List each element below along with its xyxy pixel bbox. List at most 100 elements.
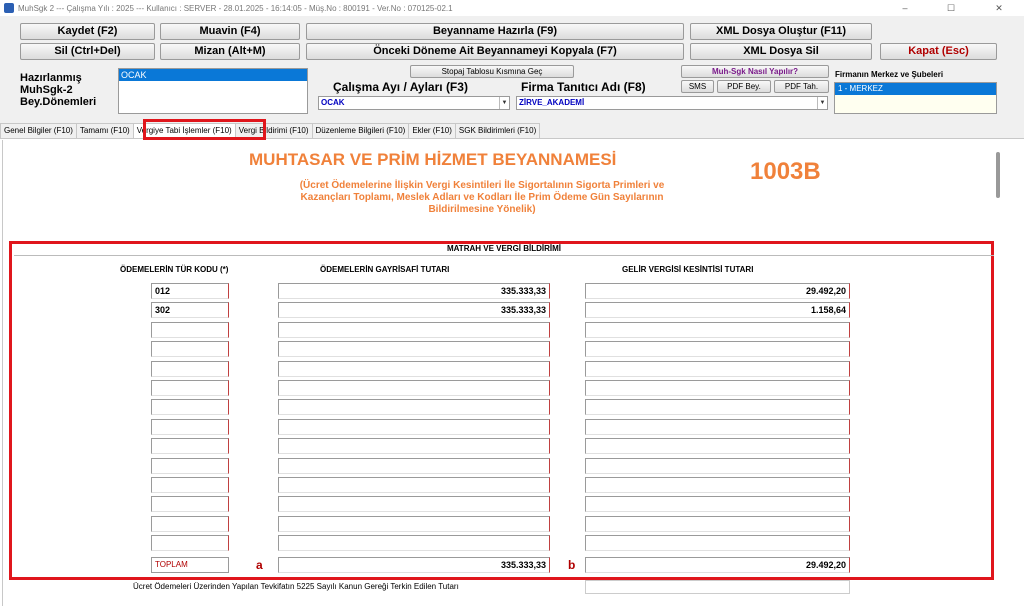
mark-b: b — [568, 558, 576, 572]
sms-button[interactable]: SMS — [681, 80, 714, 93]
pdf-accrual-button[interactable]: PDF Tah. — [774, 80, 829, 93]
prepared-periods-list[interactable]: OCAK — [118, 68, 308, 114]
tax-amount-field[interactable] — [585, 322, 850, 338]
company-value: ZİRVE_AKADEMİ — [519, 98, 585, 107]
window-titlebar: MuhSgk 2 --- Çalışma Yılı : 2025 --- Kul… — [0, 0, 1024, 16]
col-header-tax: GELİR VERGİSİ KESİNTİSİ TUTARI — [622, 265, 754, 274]
gross-amount-field[interactable] — [278, 477, 550, 493]
delete-button[interactable]: Sil (Ctrl+Del) — [20, 43, 155, 60]
form-subtitle: (Ücret Ödemelerine İlişkin Vergi Kesinti… — [299, 180, 665, 215]
type-code-field[interactable] — [151, 477, 229, 493]
type-code-field[interactable] — [151, 380, 229, 396]
gross-amount-field[interactable] — [278, 535, 550, 551]
type-code-field[interactable]: 302 — [151, 302, 229, 318]
window-title: MuhSgk 2 --- Çalışma Yılı : 2025 --- Kul… — [18, 3, 453, 13]
tax-amount-field[interactable] — [585, 438, 850, 454]
gross-amount-field[interactable] — [278, 380, 550, 396]
prepare-declaration-button[interactable]: Beyanname Hazırla (F9) — [306, 23, 684, 40]
tax-amount-field[interactable] — [585, 477, 850, 493]
period-list-item[interactable]: OCAK — [119, 69, 307, 81]
type-code-field[interactable]: 012 — [151, 283, 229, 299]
gross-amount-field[interactable] — [278, 516, 550, 532]
tax-amount-field[interactable] — [585, 361, 850, 377]
tab-tax-declaration[interactable]: Vergi Bildirimi (F10) — [234, 123, 313, 138]
help-link-button[interactable]: Muh-Sgk Nasıl Yapılır? — [681, 65, 829, 78]
type-code-field[interactable] — [151, 496, 229, 512]
tax-amount-field[interactable] — [585, 399, 850, 415]
chevron-down-icon[interactable]: ▼ — [499, 97, 509, 109]
delete-xml-button[interactable]: XML Dosya Sil — [690, 43, 872, 60]
close-button[interactable]: Kapat (Esc) — [880, 43, 997, 60]
branches-label: Firmanın Merkez ve Şubeleri — [835, 70, 944, 79]
pdf-declaration-button[interactable]: PDF Bey. — [717, 80, 771, 93]
type-code-field[interactable] — [151, 322, 229, 338]
branch-list-item[interactable]: 1 - MERKEZ — [835, 83, 996, 95]
create-xml-button[interactable]: XML Dosya Oluştur (F11) — [690, 23, 872, 40]
type-code-field[interactable] — [151, 361, 229, 377]
company-select[interactable]: ZİRVE_AKADEMİ ▼ — [516, 96, 828, 110]
type-code-field[interactable] — [151, 341, 229, 357]
ledger-button[interactable]: Muavin (F4) — [160, 23, 300, 40]
gross-amount-field[interactable] — [278, 322, 550, 338]
work-month-label: Çalışma Ayı / Ayları (F3) — [333, 80, 468, 94]
work-month-select[interactable]: OCAK ▼ — [318, 96, 510, 110]
gross-amount-field[interactable]: 335.333,33 — [278, 283, 550, 299]
section-title: MATRAH VE VERGİ BİLDİRİMİ — [14, 244, 994, 256]
tax-amount-field[interactable] — [585, 419, 850, 435]
form-title: MUHTASAR VE PRİM HİZMET BEYANNAMESİ — [249, 150, 617, 169]
tab-sgk-notifications[interactable]: SGK Bildirimleri (F10) — [454, 123, 541, 138]
type-code-field[interactable] — [151, 399, 229, 415]
tax-amount-field[interactable]: 29.492,20 — [585, 283, 850, 299]
minimize-icon[interactable]: – — [888, 0, 922, 16]
tab-taxable-transactions[interactable]: Vergiye Tabi İşlemler (F10) — [132, 123, 236, 138]
tab-general-info[interactable]: Genel Bilgiler (F10) — [0, 123, 77, 138]
tax-amount-field[interactable] — [585, 341, 850, 357]
tab-all[interactable]: Tamamı (F10) — [75, 123, 134, 138]
save-button[interactable]: Kaydet (F2) — [20, 23, 155, 40]
gross-amount-field[interactable] — [278, 419, 550, 435]
type-code-field[interactable] — [151, 458, 229, 474]
close-window-icon[interactable]: ✕ — [982, 0, 1016, 16]
gross-amount-field[interactable]: 335.333,33 — [278, 302, 550, 318]
type-code-field[interactable] — [151, 516, 229, 532]
total-gross-field: 335.333,33 — [278, 557, 550, 573]
tax-amount-field[interactable] — [585, 516, 850, 532]
col-header-gross: ÖDEMELERİN GAYRİSAFİ TUTARI — [320, 265, 450, 274]
gross-amount-field[interactable] — [278, 399, 550, 415]
chevron-down-icon[interactable]: ▼ — [817, 97, 827, 109]
tax-amount-field[interactable] — [585, 380, 850, 396]
tax-amount-field[interactable] — [585, 535, 850, 551]
tab-attachments[interactable]: Ekler (F10) — [408, 123, 456, 138]
gross-amount-field[interactable] — [278, 458, 550, 474]
col-header-type-code: ÖDEMELERİN TÜR KODU (*) — [120, 265, 229, 274]
mark-a: a — [256, 558, 263, 572]
prepared-label-line1: Hazırlanmış — [20, 72, 82, 84]
type-code-field[interactable] — [151, 419, 229, 435]
gross-amount-field[interactable] — [278, 438, 550, 454]
prepared-label-line2: MuhSgk-2 — [20, 84, 73, 96]
prepared-label-line3: Bey.Dönemleri — [20, 96, 97, 108]
trial-balance-button[interactable]: Mizan (Alt+M) — [160, 43, 300, 60]
vertical-scrollbar[interactable] — [996, 152, 1000, 198]
form-code: 1003B — [750, 158, 821, 185]
footer-note: Ücret Ödemeleri Üzerinden Yapılan Tevkif… — [133, 582, 459, 591]
gross-amount-field[interactable] — [278, 361, 550, 377]
company-label: Firma Tanıtıcı Adı (F8) — [521, 80, 646, 94]
gross-amount-field[interactable] — [278, 341, 550, 357]
tax-amount-field[interactable] — [585, 496, 850, 512]
branches-list[interactable]: 1 - MERKEZ — [834, 82, 997, 114]
app-icon — [4, 3, 14, 13]
tax-amount-field[interactable]: 1.158,64 — [585, 302, 850, 318]
maximize-icon[interactable]: ☐ — [934, 0, 968, 16]
gross-amount-field[interactable] — [278, 496, 550, 512]
total-label: TOPLAM — [151, 557, 229, 573]
write-off-amount-field[interactable] — [585, 580, 850, 594]
total-tax-field: 29.492,20 — [585, 557, 850, 573]
stopaj-table-button[interactable]: Stopaj Tablosu Kısmına Geç — [410, 65, 574, 78]
work-month-value: OCAK — [321, 98, 345, 107]
tab-arrangement-info[interactable]: Düzenleme Bilgileri (F10) — [311, 123, 410, 138]
type-code-field[interactable] — [151, 535, 229, 551]
type-code-field[interactable] — [151, 438, 229, 454]
copy-previous-button[interactable]: Önceki Döneme Ait Beyannameyi Kopyala (F… — [306, 43, 684, 60]
tax-amount-field[interactable] — [585, 458, 850, 474]
